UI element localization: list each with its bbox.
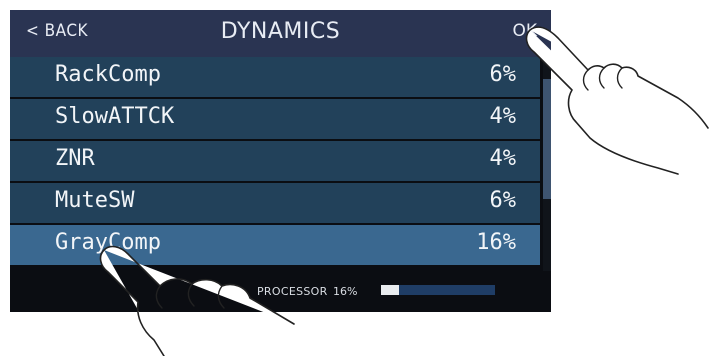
effect-percent: 4% bbox=[489, 146, 517, 171]
header-bar: < BACK DYNAMICS OK bbox=[10, 10, 551, 57]
effect-name: MuteSW bbox=[55, 188, 135, 213]
list-item[interactable]: MuteSW 6% bbox=[10, 183, 540, 223]
list-item[interactable]: RackComp 6% bbox=[10, 57, 540, 97]
effect-name: RackComp bbox=[55, 62, 161, 87]
effect-list: RackComp 6% SlowATTCK 4% ZNR 4% MuteSW 6… bbox=[10, 57, 540, 271]
processor-meter bbox=[381, 285, 495, 295]
effect-percent: 6% bbox=[489, 62, 517, 87]
effect-name: SlowATTCK bbox=[55, 104, 175, 129]
effect-percent: 16% bbox=[476, 230, 516, 255]
processor-meter-fill bbox=[381, 285, 400, 295]
effect-name: ZNR bbox=[55, 146, 95, 171]
list-item[interactable]: ZNR 4% bbox=[10, 141, 540, 181]
page-title: DYNAMICS bbox=[220, 19, 341, 44]
pointing-hand-icon bbox=[99, 245, 295, 356]
effect-percent: 4% bbox=[489, 104, 517, 129]
processor-value: 16% bbox=[333, 285, 358, 298]
pointing-hand-icon bbox=[525, 26, 709, 175]
list-item[interactable]: SlowATTCK 4% bbox=[10, 99, 540, 139]
effect-percent: 6% bbox=[489, 188, 517, 213]
